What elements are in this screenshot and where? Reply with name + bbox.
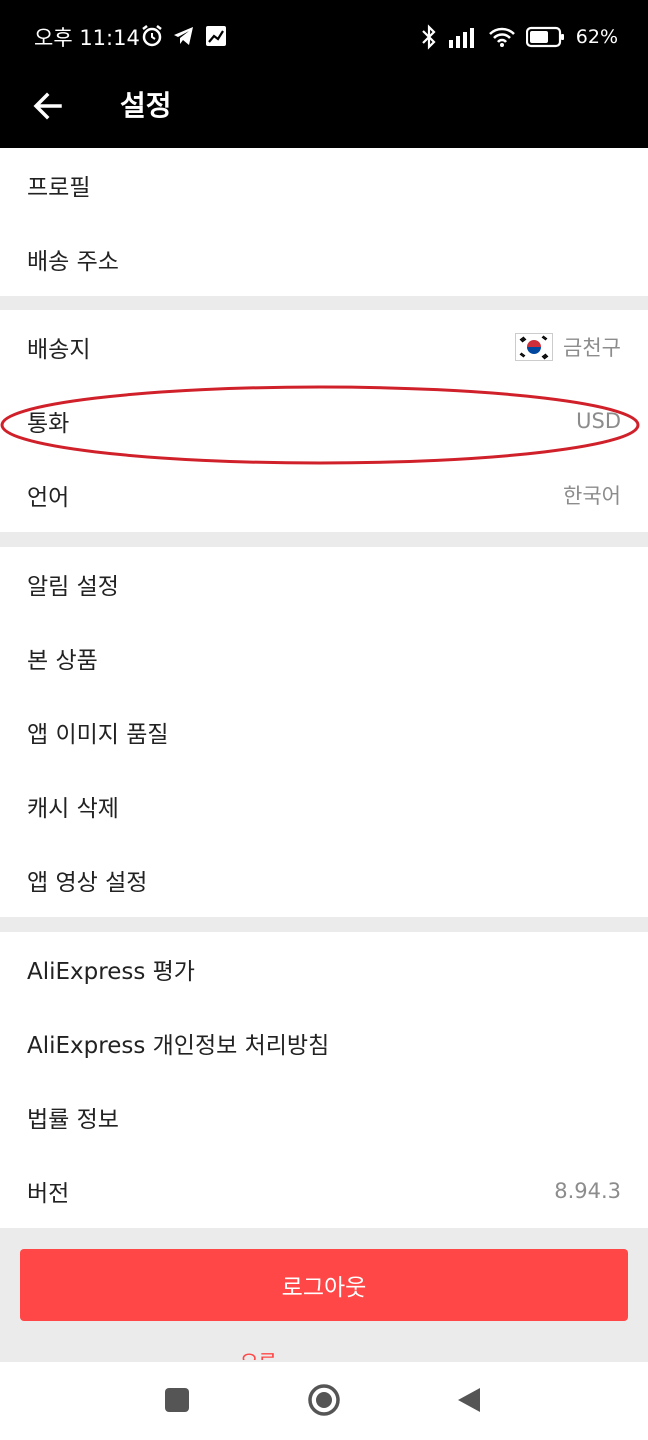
signal-icon <box>448 28 474 48</box>
settings-row-shipping-address[interactable]: 배송 주소 <box>0 222 648 296</box>
home-button[interactable] <box>300 1376 348 1424</box>
settings-row-clear-cache[interactable]: 캐시 삭제 <box>0 769 648 843</box>
logout-label: 로그아웃 <box>281 1275 367 1301</box>
region-section: 배송지 금천구 통화 USD 언어 한국어 <box>0 310 648 532</box>
row-label: AliExpress 평가 <box>27 959 195 985</box>
settings-row-profile[interactable]: 프로필 <box>0 148 648 222</box>
bluetooth-icon <box>421 24 436 50</box>
settings-row-video-settings[interactable]: 앱 영상 설정 <box>0 843 648 917</box>
row-label: 법률 정보 <box>27 1107 119 1133</box>
status-bar: 오후 11:14 62% <box>0 0 648 72</box>
currency-value: USD <box>576 409 621 433</box>
peek-text: 오류 <box>240 1352 304 1360</box>
chart-app-icon <box>206 26 226 46</box>
settings-row-image-quality[interactable]: 앱 이미지 품질 <box>0 695 648 769</box>
row-label: 알림 설정 <box>27 574 119 600</box>
settings-row-currency[interactable]: 통화 USD <box>0 384 648 458</box>
settings-row-language[interactable]: 언어 한국어 <box>0 458 648 532</box>
language-value: 한국어 <box>563 484 621 508</box>
wifi-icon <box>488 27 515 47</box>
battery-percent: 62% <box>575 26 618 48</box>
version-value: 8.94.3 <box>554 1179 621 1203</box>
row-label: 앱 영상 설정 <box>27 870 148 896</box>
alarm-icon <box>142 25 162 47</box>
row-label: 앱 이미지 품질 <box>27 722 169 748</box>
row-label: 본 상품 <box>27 648 98 674</box>
back-nav-button[interactable] <box>445 1376 493 1424</box>
ship-to-value: 금천구 <box>563 336 621 360</box>
row-label: 프로필 <box>27 175 91 201</box>
row-label: 배송지 <box>27 337 91 363</box>
row-label: AliExpress 개인정보 처리방침 <box>27 1033 330 1059</box>
row-label: 언어 <box>27 485 70 511</box>
account-section: 프로필 배송 주소 <box>0 148 648 296</box>
settings-row-notifications[interactable]: 알림 설정 <box>0 547 648 621</box>
row-label: 버전 <box>27 1181 70 1207</box>
system-nav-bar <box>0 1362 648 1440</box>
app-header: 설정 <box>0 72 648 148</box>
recents-button[interactable] <box>153 1376 201 1424</box>
row-label: 캐시 삭제 <box>27 796 119 822</box>
telegram-icon <box>174 27 193 45</box>
settings-row-version: 버전 8.94.3 <box>0 1154 648 1228</box>
page-title: 설정 <box>120 89 172 122</box>
row-label: 배송 주소 <box>27 249 119 275</box>
recents-square-icon <box>165 1388 189 1412</box>
row-label: 통화 <box>27 411 70 437</box>
settings-row-viewed-items[interactable]: 본 상품 <box>0 621 648 695</box>
about-section: AliExpress 평가 AliExpress 개인정보 처리방침 법률 정보… <box>0 932 648 1228</box>
korea-flag-icon <box>515 333 554 361</box>
home-circle-icon <box>308 1384 340 1416</box>
logout-button[interactable]: 로그아웃 <box>20 1249 628 1321</box>
settings-row-rate[interactable]: AliExpress 평가 <box>0 932 648 1006</box>
settings-row-privacy[interactable]: AliExpress 개인정보 처리방침 <box>0 1006 648 1080</box>
arrow-left-icon <box>33 92 62 120</box>
battery-icon <box>525 26 564 48</box>
status-time: 오후 11:14 <box>34 26 140 50</box>
settings-row-ship-to[interactable]: 배송지 금천구 <box>0 310 648 384</box>
app-settings-section: 알림 설정 본 상품 앱 이미지 품질 캐시 삭제 앱 영상 설정 <box>0 547 648 917</box>
back-button[interactable] <box>28 86 68 126</box>
settings-row-legal[interactable]: 법률 정보 <box>0 1080 648 1154</box>
back-triangle-icon <box>458 1388 480 1412</box>
